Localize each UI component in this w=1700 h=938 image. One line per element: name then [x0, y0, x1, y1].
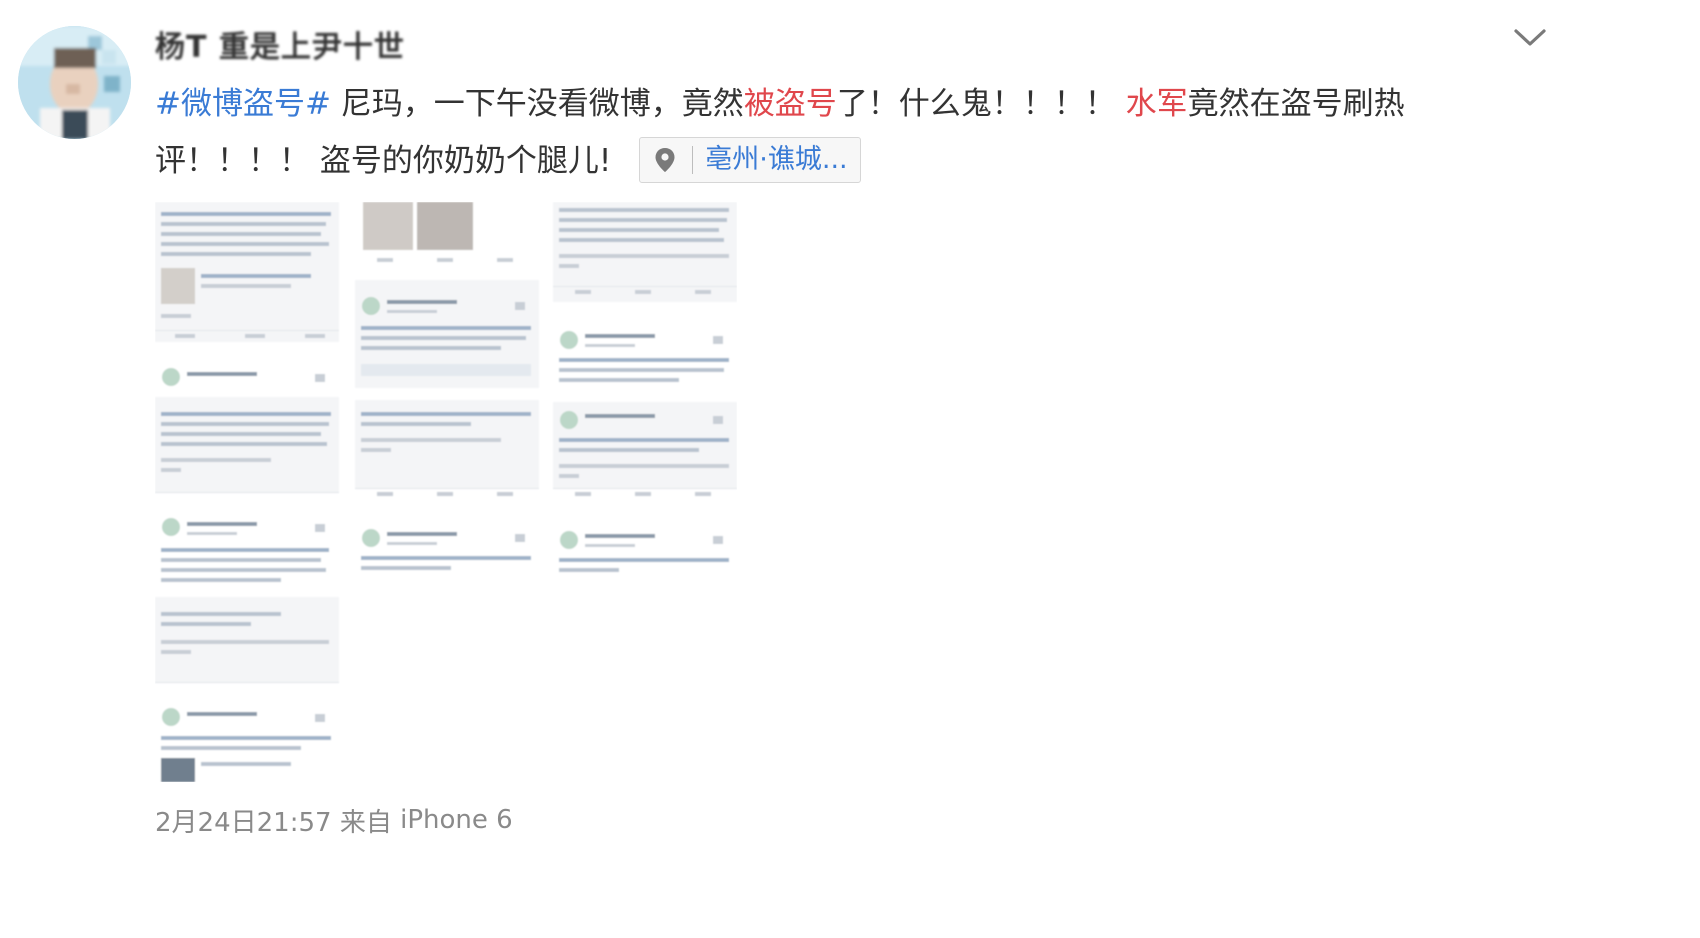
meta-spacer: [332, 805, 340, 835]
location-label: 亳州·谯城...: [705, 143, 848, 175]
chevron-down-icon: [1514, 29, 1546, 46]
map-pin-icon: [655, 147, 675, 172]
post-text: #微博盗号# 尼玛，一下午没看微博，竟然被盗号了！什么鬼！！！！ 水军竟然在盗号…: [155, 76, 1465, 190]
highlight-keyword: 水军: [1125, 86, 1188, 122]
post-meta: 2月24日21:57 来自 iPhone 6: [155, 800, 513, 840]
device-source[interactable]: iPhone 6: [400, 805, 513, 835]
location-divider: [692, 145, 694, 174]
post-text-segment: 尼玛，一下午没看微博，竟然: [330, 86, 744, 122]
weibo-post-card: 杨T 重是上尹十世 #微博盗号# 尼玛，一下午没看微博，竟然被盗号了！什么鬼！！…: [0, 0, 1700, 938]
post-timestamp[interactable]: 2月24日21:57: [155, 802, 332, 839]
avatar-photo: [18, 26, 131, 139]
source-prefix: 来自: [339, 807, 392, 838]
topic-link[interactable]: #微博盗号#: [155, 86, 331, 122]
attached-image[interactable]: [155, 202, 737, 782]
meta-spacer: [392, 805, 400, 835]
post-text-segment: 了！什么鬼！！！！: [836, 86, 1126, 122]
attached-screenshot-thumbnail: [155, 202, 737, 782]
location-tag[interactable]: 亳州·谯城...: [639, 136, 861, 183]
highlight-keyword: 被盗号: [743, 86, 837, 122]
username[interactable]: 杨T 重是上尹十世: [155, 24, 405, 65]
avatar[interactable]: [18, 26, 131, 139]
more-options-button[interactable]: [1510, 22, 1550, 52]
